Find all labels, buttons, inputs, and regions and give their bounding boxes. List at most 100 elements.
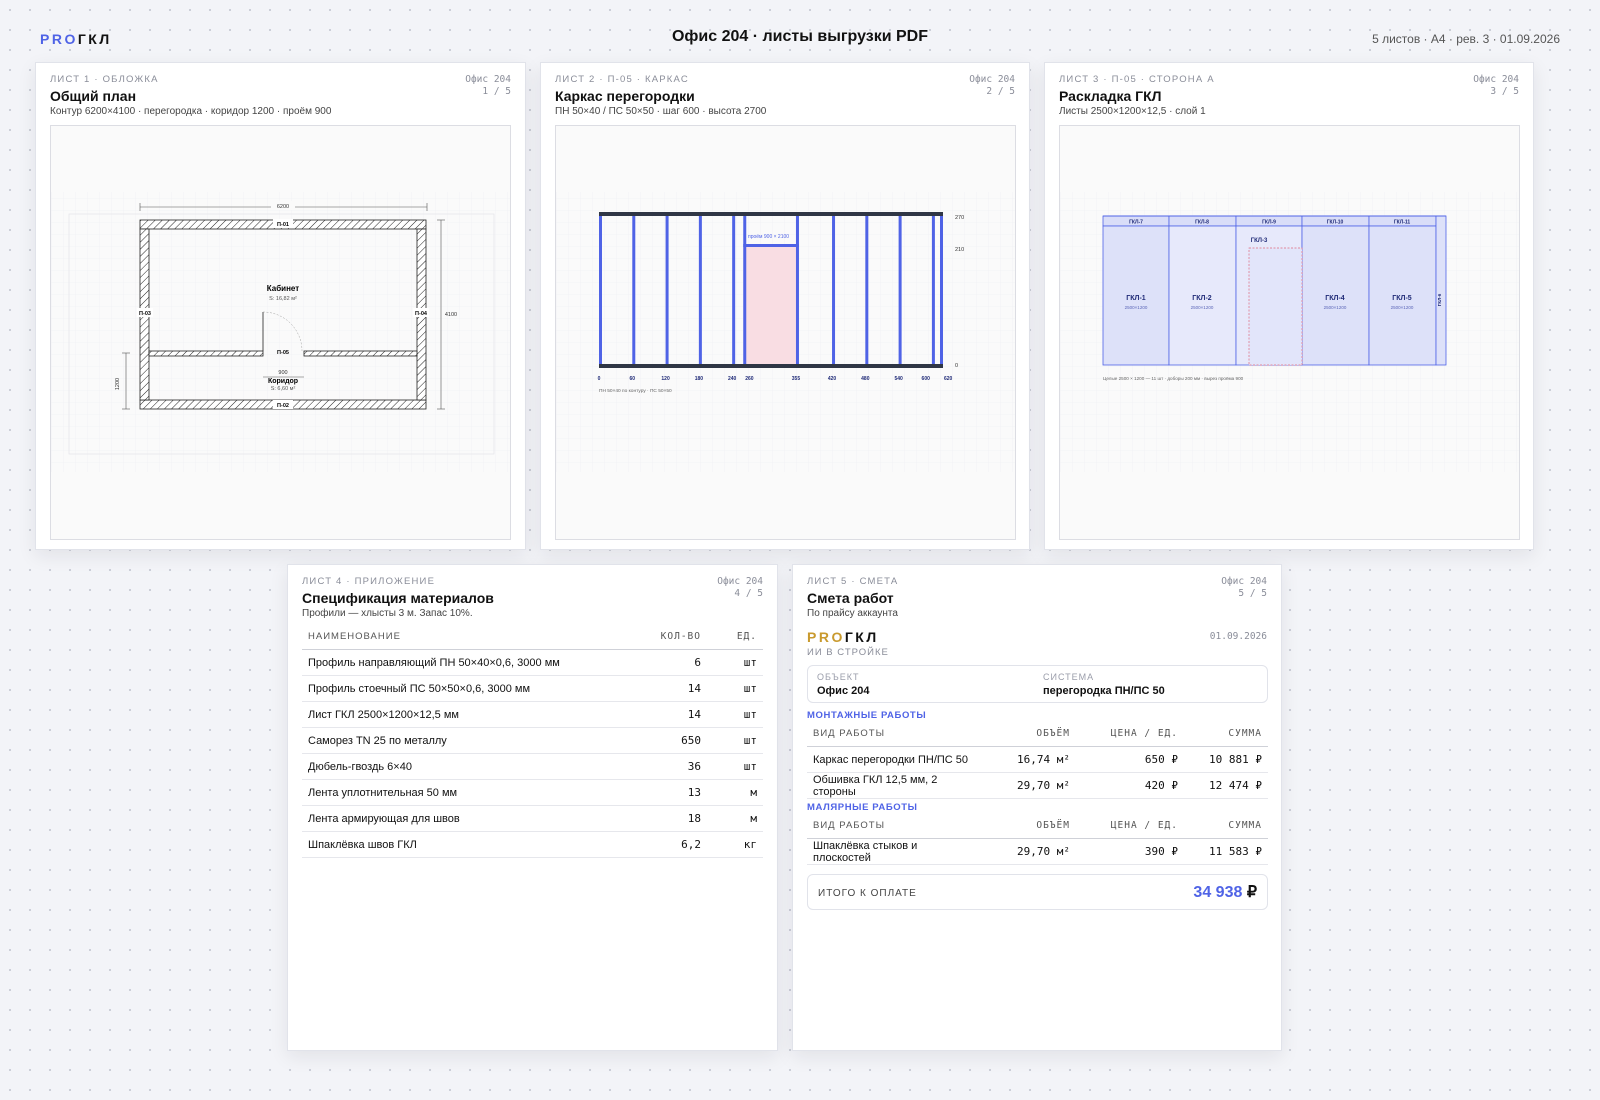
spec-qty: 14 bbox=[625, 675, 707, 702]
opening-label: проём 900 × 2100 bbox=[748, 234, 789, 240]
svg-text:ГКЛ-9: ГКЛ-9 bbox=[1262, 220, 1276, 226]
work-name: Каркас перегородки ПН/ПС 50 bbox=[807, 746, 984, 773]
stud-position-label: 620 bbox=[944, 376, 953, 382]
spec-name: Лист ГКЛ 2500×1200×12,5 мм bbox=[302, 701, 625, 728]
opening-cutout bbox=[1248, 247, 1303, 366]
col-work: ВИД РАБОТЫ bbox=[807, 812, 984, 839]
spec-qty: 13 bbox=[625, 779, 707, 806]
gkl-drawing: ГКЛ-7 ГКЛ-8 ГКЛ-9 ГКЛ-10 ГКЛ-11 ГКЛ-1 25… bbox=[1060, 192, 1519, 472]
sheet-tag: ЛИСТ 1 · ОБЛОЖКА bbox=[50, 74, 159, 85]
spec-qty: 6 bbox=[625, 649, 707, 676]
col-volume: ОБЪЁМ bbox=[984, 720, 1076, 747]
stud-profile bbox=[732, 216, 736, 364]
sheet-2[interactable]: ЛИСТ 2 · П-05 · КАРКАС Офис 204 2 / 5 Кар… bbox=[540, 62, 1030, 550]
sheet-tag: ЛИСТ 5 · СМЕТА bbox=[807, 576, 899, 587]
spec-qty: 18 bbox=[625, 805, 707, 832]
col-qty: КОЛ-ВО bbox=[625, 623, 707, 650]
stud-position-label: 240 bbox=[728, 376, 737, 382]
total-value: 34 938 ₽ bbox=[1193, 884, 1257, 901]
object-box: ОБЪЕКТ Офис 204 СИСТЕМА перегородка ПН/П… bbox=[807, 665, 1268, 703]
stud-profile bbox=[940, 216, 943, 364]
wall-p05-right bbox=[303, 350, 418, 357]
dim-height-label: 4100 bbox=[445, 312, 457, 318]
svg-text:ГКЛ-10: ГКЛ-10 bbox=[1327, 220, 1344, 226]
height-label-opening: 210 bbox=[955, 247, 964, 253]
work-volume: 16,74 м² bbox=[984, 746, 1076, 773]
sheet-subtitle: По прайсу аккаунта bbox=[807, 608, 898, 619]
spec-qty: 6,2 bbox=[625, 831, 707, 858]
sheet-number: Офис 204 5 / 5 bbox=[1221, 576, 1267, 599]
wall-p05-left bbox=[148, 350, 264, 357]
stud-position-label: 0 bbox=[598, 376, 601, 382]
frame-drawing: проём 900 × 2100 270 210 0 0 60 120 180 240 2… bbox=[556, 192, 1015, 472]
svg-text:ГКЛ-2: ГКЛ-2 bbox=[1192, 295, 1211, 302]
table-row: Профиль стоечный ПС 50×50×0,6, 3000 мм 14… bbox=[302, 675, 763, 702]
svg-text:ГКЛ-3: ГКЛ-3 bbox=[1251, 238, 1268, 244]
spec-name: Лента уплотнительная 50 мм bbox=[302, 779, 625, 806]
svg-text:ГКЛ-5: ГКЛ-5 bbox=[1392, 295, 1411, 302]
stud-position-label: 540 bbox=[894, 376, 903, 382]
system-value: перегородка ПН/ПС 50 bbox=[1043, 685, 1165, 697]
sheet-3[interactable]: ЛИСТ 3 · П-05 · СТОРОНА А Офис 204 3 / 5 … bbox=[1044, 62, 1534, 550]
sheet-5[interactable]: ЛИСТ 5 · СМЕТА Офис 204 5 / 5 Смета работ… bbox=[792, 564, 1282, 1051]
stud-position-label: 120 bbox=[661, 376, 670, 382]
stud-profile bbox=[865, 216, 869, 364]
sheet-title: Раскладка ГКЛ bbox=[1059, 88, 1162, 104]
room-name-corridor: Коридор bbox=[268, 378, 298, 385]
height-label-top: 270 bbox=[955, 215, 964, 221]
work-sum: 12 474 ₽ bbox=[1184, 772, 1268, 799]
top-bar: PROГКЛ Офис 204 · листы выгрузки PDF 5 л… bbox=[0, 0, 1600, 60]
floor-plan-canvas: 6200 П-01 П-02 П-03 П-04 П-05 900 Кабине… bbox=[50, 125, 511, 540]
wall-label-p05: П-05 bbox=[277, 350, 289, 356]
svg-text:ГКЛ-6: ГКЛ-6 bbox=[1437, 293, 1442, 306]
sheet-title: Смета работ bbox=[807, 590, 894, 606]
sheet-subtitle: ПН 50×40 / ПС 50×50 · шаг 600 · высота 2… bbox=[555, 106, 767, 117]
table-row: Лента армирующая для швов 18 м bbox=[302, 805, 763, 832]
spec-qty: 36 bbox=[625, 753, 707, 780]
stud-profile bbox=[743, 216, 747, 364]
spec-qty: 14 bbox=[625, 701, 707, 728]
object-label: ОБЪЕКТ bbox=[817, 672, 860, 682]
work-name: Шпаклёвка стыков и плоскостей bbox=[807, 838, 984, 865]
work-volume: 29,70 м² bbox=[984, 772, 1076, 799]
table-row: Каркас перегородки ПН/ПС 50 16,74 м² 650 ₽… bbox=[807, 746, 1268, 773]
table-row: Шпаклёвка стыков и плоскостей 29,70 м² 390… bbox=[807, 838, 1268, 865]
floor-plan-drawing: 6200 П-01 П-02 П-03 П-04 П-05 900 Кабине… bbox=[51, 192, 510, 472]
sheet-subtitle: Листы 2500×1200×12,5 · слой 1 bbox=[1059, 106, 1206, 117]
sheet-subtitle: Профили — хлысты 3 м. Запас 10%. bbox=[302, 608, 473, 619]
sheet-4[interactable]: ЛИСТ 4 · ПРИЛОЖЕНИЕ Офис 204 4 / 5 Специф… bbox=[287, 564, 778, 1051]
sheet-number: Офис 204 1 / 5 bbox=[465, 74, 511, 97]
stud-profile bbox=[898, 216, 902, 364]
sheet-title: Каркас перегородки bbox=[555, 88, 695, 104]
mounting-table: ВИД РАБОТЫ ОБЪЁМ ЦЕНА / ЕД. СУММА Каркас… bbox=[807, 720, 1268, 799]
svg-text:ГКЛ-11: ГКЛ-11 bbox=[1394, 220, 1411, 226]
sheet-number: Офис 204 3 / 5 bbox=[1473, 74, 1519, 97]
document-meta: 5 листов · А4 · рев. 3 · 01.09.2026 bbox=[1372, 32, 1560, 46]
table-row: Обшивка ГКЛ 12,5 мм, 2 стороны 29,70 м² 42… bbox=[807, 772, 1268, 799]
estimate-date: 01.09.2026 bbox=[1209, 631, 1267, 642]
col-name: НАИМЕНОВАНИЕ bbox=[302, 623, 625, 650]
estimate-slogan: ИИ В СТРОЙКЕ bbox=[807, 647, 889, 658]
sheet-1[interactable]: ЛИСТ 1 · ОБЛОЖКА Офис 204 1 / 5 Общий пла… bbox=[35, 62, 526, 550]
col-volume: ОБЪЁМ bbox=[984, 812, 1076, 839]
table-row: Лист ГКЛ 2500×1200×12,5 мм 14 шт bbox=[302, 701, 763, 728]
table-row: Шпаклёвка швов ГКЛ 6,2 кг bbox=[302, 831, 763, 858]
spec-unit: шт bbox=[707, 675, 763, 702]
top-strips: ГКЛ-7 ГКЛ-8 ГКЛ-9 ГКЛ-10 ГКЛ-11 bbox=[1102, 215, 1437, 227]
sheet-tag: ЛИСТ 3 · П-05 · СТОРОНА А bbox=[1059, 74, 1215, 85]
svg-text:ГКЛ-4: ГКЛ-4 bbox=[1325, 295, 1344, 302]
spec-unit: шт bbox=[707, 649, 763, 676]
dim-width-label: 6200 bbox=[277, 204, 289, 210]
col-price: ЦЕНА / ЕД. bbox=[1076, 812, 1184, 839]
wall-label-p03: П-03 bbox=[139, 311, 151, 317]
svg-text:ГКЛ-7: ГКЛ-7 bbox=[1129, 220, 1143, 226]
svg-text:ГКЛ-1: ГКЛ-1 bbox=[1126, 295, 1145, 302]
stud-profile bbox=[931, 216, 935, 364]
col-price: ЦЕНА / ЕД. bbox=[1076, 720, 1184, 747]
track-top bbox=[599, 212, 943, 216]
sheet-subtitle: Контур 6200×4100 · перегородка · коридор… bbox=[50, 106, 332, 117]
stud-position-label: 355 bbox=[792, 376, 801, 382]
svg-text:2500×1200: 2500×1200 bbox=[1191, 305, 1214, 310]
svg-text:2500×1200: 2500×1200 bbox=[1324, 305, 1347, 310]
stud-position-label: 260 bbox=[745, 376, 754, 382]
